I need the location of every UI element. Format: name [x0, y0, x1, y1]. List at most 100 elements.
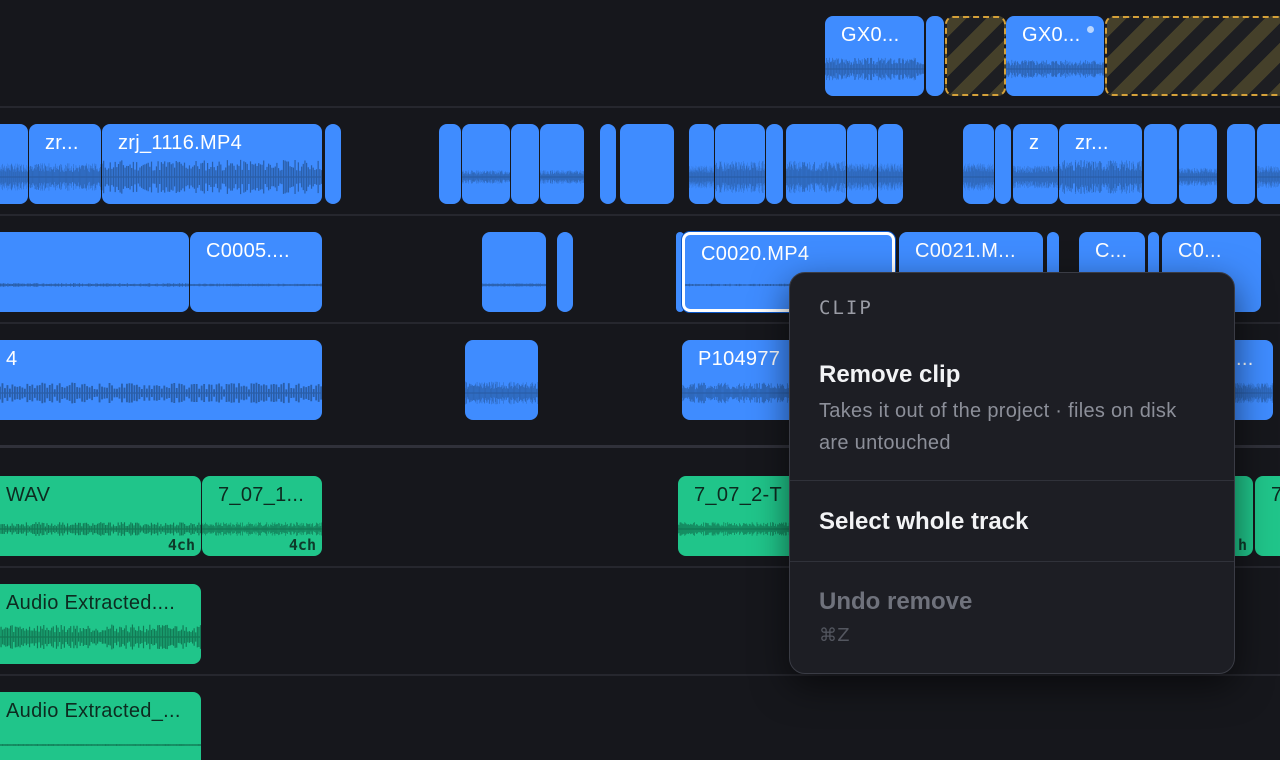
clip[interactable]: [878, 124, 903, 204]
audio-waveform: [540, 154, 584, 200]
clip-label: GX0...: [841, 24, 900, 46]
audio-waveform: [465, 370, 538, 416]
audio-waveform: [963, 154, 994, 200]
clip-label: C0020.MP4: [701, 243, 810, 265]
clip[interactable]: [1179, 124, 1217, 204]
audio-waveform: [878, 154, 903, 200]
menu-item-title: Select whole track: [819, 508, 1029, 535]
clip-label: C0021.M...: [915, 240, 1016, 262]
clip-label: 7: [1271, 484, 1280, 506]
audio-waveform: [29, 154, 101, 200]
clip[interactable]: [462, 124, 510, 204]
clip[interactable]: [511, 124, 539, 204]
clip[interactable]: zrj_1116.MP4: [102, 124, 322, 204]
audio-waveform: [0, 614, 201, 660]
clip[interactable]: [557, 232, 573, 312]
shortcut-label: ⌘Z: [819, 625, 850, 646]
audio-waveform: [1013, 154, 1058, 200]
clip[interactable]: [439, 124, 461, 204]
audio-waveform: [0, 262, 189, 308]
clip[interactable]: GX0...: [825, 16, 924, 96]
audio-waveform: [0, 370, 322, 416]
clip[interactable]: zr...: [1059, 124, 1142, 204]
clip[interactable]: [1257, 124, 1280, 204]
clip[interactable]: 7_07_1... 4ch: [202, 476, 322, 556]
clip[interactable]: [847, 124, 877, 204]
offline-media-gap[interactable]: [1105, 16, 1280, 96]
audio-waveform: [1059, 154, 1142, 200]
remove-clip-menu-item[interactable]: Remove clip Takes it out of the project …: [790, 343, 1234, 479]
clip[interactable]: [766, 124, 783, 204]
clip[interactable]: [0, 232, 189, 312]
audio-waveform: [0, 154, 28, 200]
channel-badge: h: [1237, 536, 1247, 554]
undo-remove-menu-item: Undo remove ⌘Z: [790, 562, 1234, 672]
clip[interactable]: [540, 124, 584, 204]
select-whole-track-menu-item[interactable]: Select whole track: [790, 481, 1234, 561]
clip[interactable]: [1144, 124, 1177, 204]
clip-label: 4: [6, 348, 18, 370]
clip[interactable]: Audio Extracted....: [0, 584, 201, 664]
audio-waveform: [682, 370, 802, 416]
clip[interactable]: [620, 124, 674, 204]
offline-media-gap[interactable]: [945, 16, 1006, 96]
clip-label: GX0...: [1022, 24, 1081, 46]
clip[interactable]: Audio Extracted_...: [0, 692, 201, 760]
clip-label: 7_07_1...: [218, 484, 305, 506]
audio-waveform: [102, 154, 322, 200]
clip[interactable]: [786, 124, 846, 204]
marker-dot-icon: [1087, 26, 1094, 33]
clip-label: WAV: [6, 484, 51, 506]
clip[interactable]: [963, 124, 994, 204]
audio-waveform: [482, 262, 546, 308]
clip-context-menu: CLIP Remove clip Takes it out of the pro…: [789, 272, 1235, 674]
audio-waveform: [715, 154, 765, 200]
audio-waveform: [786, 154, 846, 200]
clip[interactable]: WAV 4ch: [0, 476, 201, 556]
audio-waveform: [1179, 154, 1217, 200]
clip[interactable]: [995, 124, 1011, 204]
clip-label: P104977: [698, 348, 781, 370]
clip-label: C0...: [1178, 240, 1222, 262]
video-track-3: zr... zrj_1116.MP4 z zr...: [0, 108, 1280, 216]
clip[interactable]: [482, 232, 546, 312]
clip-label: C...: [1095, 240, 1128, 262]
clip[interactable]: [689, 124, 714, 204]
clip-label: z: [1029, 132, 1040, 154]
clip-label: ...: [1236, 348, 1254, 370]
audio-waveform: [847, 154, 877, 200]
clip[interactable]: 7: [1255, 476, 1280, 556]
clip-label: Audio Extracted_...: [6, 700, 181, 722]
clip[interactable]: C0005....: [190, 232, 322, 312]
clip[interactable]: [926, 16, 944, 96]
audio-waveform: [1006, 46, 1104, 92]
audio-waveform: [689, 154, 714, 200]
clip-label: Audio Extracted....: [6, 592, 176, 614]
audio-waveform: [190, 262, 322, 308]
clip[interactable]: GX0...: [1006, 16, 1104, 96]
menu-item-subtitle: Takes it out of the project · files on d…: [819, 400, 1177, 454]
clip[interactable]: [1227, 124, 1255, 204]
clip[interactable]: zr...: [29, 124, 101, 204]
audio-waveform: [1257, 154, 1280, 200]
clip[interactable]: [715, 124, 765, 204]
clip[interactable]: z: [1013, 124, 1058, 204]
clip[interactable]: [465, 340, 538, 420]
clip[interactable]: 4: [0, 340, 322, 420]
clip-label: C0005....: [206, 240, 290, 262]
clip-label: 7_07_2-T: [694, 484, 783, 506]
clip[interactable]: [325, 124, 341, 204]
menu-header: CLIP: [819, 297, 873, 319]
clip-label: zr...: [45, 132, 79, 154]
clip[interactable]: P104977: [682, 340, 802, 420]
clip-label: zr...: [1075, 132, 1109, 154]
audio-waveform: [0, 722, 201, 760]
audio-track-3: Audio Extracted_...: [0, 676, 1280, 760]
channel-badge: 4ch: [288, 536, 316, 554]
clip[interactable]: [600, 124, 616, 204]
menu-item-title: Undo remove: [819, 588, 973, 615]
menu-item-title: Remove clip: [819, 361, 961, 388]
channel-badge: 4ch: [167, 536, 195, 554]
audio-waveform: [825, 46, 924, 92]
clip[interactable]: [0, 124, 28, 204]
